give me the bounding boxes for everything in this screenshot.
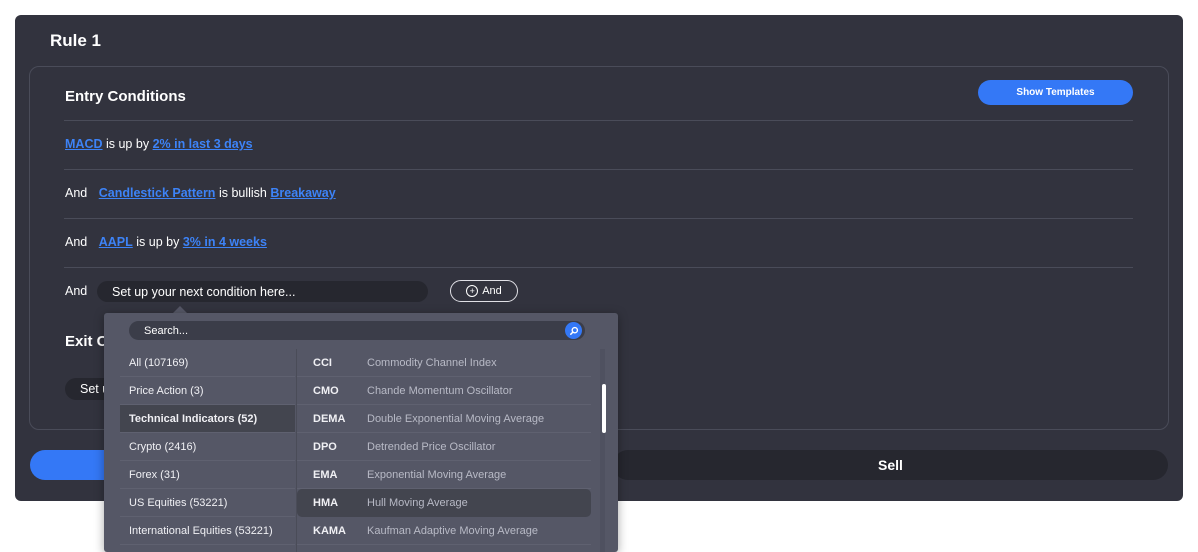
search-icon[interactable]: [565, 322, 582, 339]
indicator-name: Hull Moving Average: [367, 496, 468, 509]
condition-row: MACD is up by 2% in last 3 days: [65, 137, 253, 151]
condition-row: And AAPL is up by 3% in 4 weeks: [65, 235, 267, 249]
indicator-code: DEMA: [313, 412, 346, 425]
category-list: All (107169) Price Action (3) Technical …: [120, 349, 295, 545]
divider: [64, 267, 1133, 268]
indicator-list: CCI Commodity Channel Index CMO Chande M…: [297, 349, 591, 545]
category-item[interactable]: Price Action (3): [120, 377, 295, 405]
indicator-code: CMO: [313, 384, 339, 397]
indicator-name: Chande Momentum Oscillator: [367, 384, 513, 397]
next-condition-connector: And: [65, 284, 88, 298]
show-templates-button[interactable]: Show Templates: [978, 80, 1133, 105]
plus-circle-icon: +: [466, 285, 479, 297]
dropdown-scrollbar-track[interactable]: [600, 349, 605, 552]
indicator-code: HMA: [313, 496, 339, 509]
divider: [64, 218, 1133, 219]
indicator-code: EMA: [313, 468, 338, 481]
condition-connector: And: [65, 235, 88, 249]
condition-indicator-link[interactable]: Candlestick Pattern: [99, 186, 216, 200]
condition-text: is up by: [136, 235, 180, 249]
condition-connector: And: [65, 186, 88, 200]
condition-indicator-link[interactable]: AAPL: [99, 235, 133, 249]
indicator-name: Double Exponential Moving Average: [367, 412, 545, 425]
indicator-item[interactable]: KAMA Kaufman Adaptive Moving Average: [297, 517, 591, 545]
indicator-code: KAMA: [313, 524, 346, 537]
entry-conditions-title: Entry Conditions: [65, 88, 186, 105]
indicator-code: DPO: [313, 440, 337, 453]
indicator-name: Detrended Price Oscillator: [367, 440, 496, 453]
category-item[interactable]: Crypto (2416): [120, 433, 295, 461]
indicator-code: CCI: [313, 356, 332, 369]
category-item[interactable]: All (107169): [120, 349, 295, 377]
indicator-item[interactable]: DEMA Double Exponential Moving Average: [297, 405, 591, 433]
condition-value-link[interactable]: Breakaway: [270, 186, 335, 200]
indicator-item[interactable]: DPO Detrended Price Oscillator: [297, 433, 591, 461]
rule-title: Rule 1: [50, 31, 102, 50]
indicator-name: Exponential Moving Average: [367, 468, 507, 481]
next-condition-input[interactable]: Set up your next condition here...: [97, 281, 428, 302]
indicator-item[interactable]: CCI Commodity Channel Index: [297, 349, 591, 377]
indicator-item[interactable]: CMO Chande Momentum Oscillator: [297, 377, 591, 405]
category-item[interactable]: US Equities (53221): [120, 489, 295, 517]
add-and-label: And: [482, 285, 502, 297]
dropdown-scrollbar-thumb[interactable]: [602, 384, 606, 433]
condition-picker-dropdown: Search... All (107169) Price Action (3) …: [104, 313, 618, 552]
divider: [64, 169, 1133, 170]
condition-text: is up by: [105, 137, 150, 151]
condition-row: And Candlestick Pattern is bullish Break…: [65, 186, 336, 200]
dropdown-search-input[interactable]: Search...: [129, 321, 585, 340]
condition-value-link[interactable]: 2% in last 3 days: [153, 137, 253, 151]
indicator-item[interactable]: EMA Exponential Moving Average: [297, 461, 591, 489]
add-and-button[interactable]: + And: [450, 280, 518, 302]
divider: [64, 120, 1133, 121]
indicator-item-highlighted[interactable]: HMA Hull Moving Average: [297, 489, 591, 517]
indicator-name: Kaufman Adaptive Moving Average: [367, 524, 539, 537]
category-item[interactable]: Forex (31): [120, 461, 295, 489]
condition-indicator-link[interactable]: MACD: [65, 137, 103, 151]
sell-button[interactable]: Sell: [613, 450, 1168, 480]
indicator-name: Commodity Channel Index: [367, 356, 497, 369]
category-item[interactable]: International Equities (53221): [120, 517, 295, 545]
exit-conditions-title: Exit C: [65, 333, 108, 350]
condition-text: is bullish: [218, 186, 267, 200]
condition-value-link[interactable]: 3% in 4 weeks: [183, 235, 267, 249]
category-item-selected[interactable]: Technical Indicators (52): [120, 405, 295, 433]
